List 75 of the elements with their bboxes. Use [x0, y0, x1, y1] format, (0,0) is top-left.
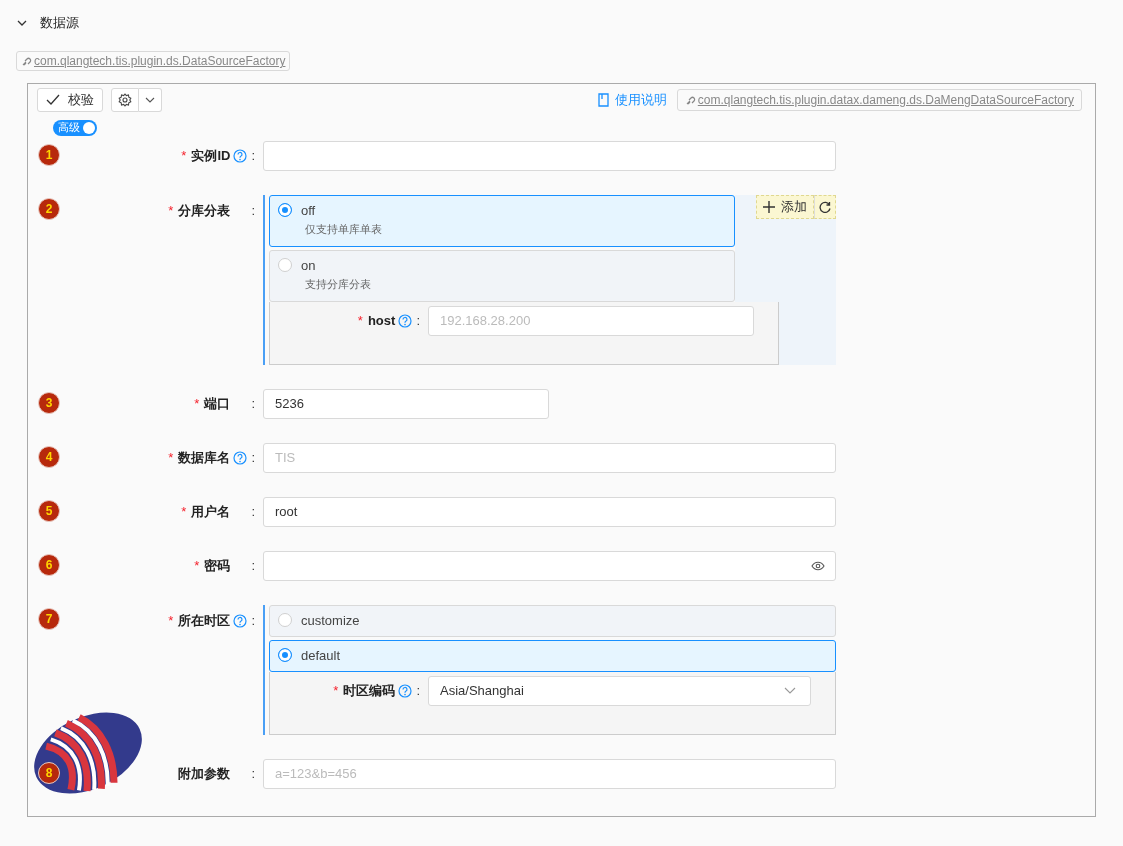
field-label: 时区编码 [343, 681, 396, 700]
option-description: 支持分库分表 [305, 276, 372, 292]
caret-icon [145, 95, 155, 105]
radio-button[interactable] [278, 613, 292, 627]
field-label: 数据库名 [178, 448, 231, 467]
label-colon: : [251, 766, 255, 781]
field-label: 密码 [204, 556, 231, 575]
select-field[interactable]: Asia/Shanghai [428, 675, 811, 706]
required-mark: * [181, 504, 187, 519]
input-field[interactable]: 192.168.28.200 [428, 305, 754, 336]
document-icon [597, 93, 609, 107]
radio-button[interactable] [278, 258, 292, 272]
required-mark: * [194, 558, 200, 573]
plugin-link[interactable]: com.qlangtech.tis.plugin.ds.DataSourceFactory [16, 51, 291, 71]
password-field[interactable] [263, 550, 836, 581]
link-icon [684, 94, 696, 106]
step-badge: 1 [38, 143, 60, 166]
label-colon: : [251, 396, 255, 411]
field-label: 实例ID [191, 146, 231, 165]
input-field[interactable]: 5236 [263, 388, 549, 419]
option-card[interactable]: on 支持分库分表 [269, 249, 735, 302]
radio-button[interactable] [278, 648, 292, 662]
label-colon: : [251, 504, 255, 519]
add-button[interactable]: 添加 [756, 194, 814, 219]
field-label: 所在时区 [178, 611, 231, 630]
option-card[interactable]: customize [269, 604, 836, 637]
field-label: 端口 [204, 394, 231, 413]
input-field[interactable] [263, 140, 836, 171]
input-field[interactable]: root [263, 496, 836, 527]
step-badge: 7 [38, 607, 60, 630]
required-mark: * [357, 313, 363, 328]
label-colon: : [251, 613, 255, 628]
check-icon [46, 94, 60, 106]
refresh-button[interactable] [814, 194, 836, 219]
required-mark: * [168, 203, 174, 218]
input-field[interactable]: a=123&b=456 [263, 758, 836, 789]
section-title[interactable]: 数据源 [40, 14, 79, 32]
label-colon: : [416, 313, 420, 328]
input-field[interactable]: TIS [263, 442, 836, 473]
step-badge: 6 [38, 553, 60, 576]
settings-button[interactable] [111, 88, 139, 112]
label-colon: : [416, 683, 420, 698]
option-description: 仅支持单库单表 [305, 221, 383, 237]
option-card[interactable]: default [269, 639, 836, 672]
option-label: default [301, 647, 341, 663]
required-mark: * [181, 148, 187, 163]
eye-icon[interactable] [811, 560, 825, 571]
option-label: on [301, 257, 316, 273]
label-colon: : [251, 450, 255, 465]
radio-button[interactable] [278, 203, 292, 217]
field-label: host [367, 313, 396, 328]
required-mark: * [333, 683, 339, 698]
required-mark: * [168, 613, 174, 628]
option-label: off [301, 202, 316, 218]
refresh-icon [819, 200, 831, 213]
step-badge: 2 [38, 197, 60, 220]
step-badge: 3 [38, 391, 60, 414]
implementation-link[interactable]: com.qlangtech.tis.plugin.datax.dameng.ds.DaMengDataSourceFactory [676, 89, 1082, 111]
plus-icon [763, 200, 775, 213]
label-colon: : [251, 203, 255, 218]
step-badge: 5 [38, 499, 60, 522]
validate-button[interactable]: 校验 [37, 88, 103, 112]
field-label: 分库分表 [178, 201, 231, 220]
option-label: customize [301, 612, 360, 628]
caret-icon [784, 686, 796, 695]
settings-icon [118, 93, 132, 107]
required-mark: * [194, 396, 200, 411]
label-colon: : [251, 148, 255, 163]
label-colon: : [251, 558, 255, 573]
field-label: 用户名 [191, 502, 231, 521]
link-icon [21, 55, 32, 67]
field-label: 附加参数 [178, 764, 231, 783]
step-badge: 4 [38, 445, 60, 468]
required-mark: * [168, 450, 174, 465]
option-card[interactable]: off 仅支持单库单表 [269, 194, 735, 247]
